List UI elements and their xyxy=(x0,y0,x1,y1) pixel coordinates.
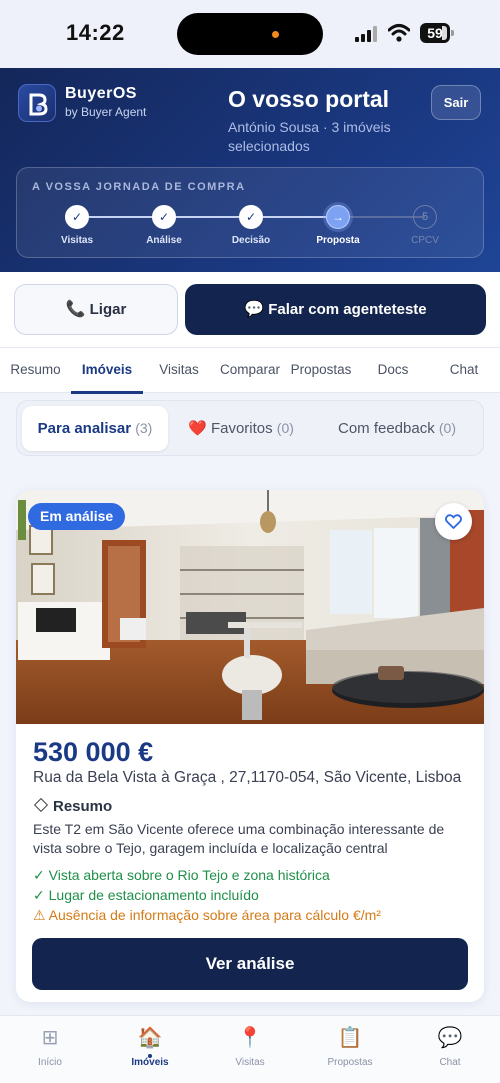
property-address: Rua da Bela Vista à Graça , 27,1170-054,… xyxy=(33,769,462,786)
nav-label: Visitas xyxy=(235,1057,265,1068)
arrow-right-icon: → xyxy=(326,205,350,229)
subtab-count: (0) xyxy=(438,420,456,436)
pin-icon: 📍 xyxy=(237,1027,263,1049)
tab-imoveis[interactable]: Imóveis xyxy=(71,348,143,394)
heart-outline-icon xyxy=(445,514,462,529)
battery-level: 59 xyxy=(420,23,450,43)
subtab-favoritos[interactable]: ❤️ Favoritos (0) xyxy=(177,406,305,451)
warning-point: ⚠ Ausência de informação sobre área para… xyxy=(33,907,381,923)
chat-bubble-icon: 💬 xyxy=(437,1027,463,1049)
property-filter-tabs: Para analisar (3) ❤️ Favoritos (0) Com f… xyxy=(16,400,484,456)
subtab-label: Favoritos xyxy=(210,420,273,437)
brand-name: BuyerOS xyxy=(65,85,137,102)
brand-subtitle: by Buyer Agent xyxy=(65,105,147,119)
agent-label: Falar com agenteteste xyxy=(268,301,427,318)
view-analysis-button[interactable]: Ver análise xyxy=(32,938,468,990)
call-button[interactable]: 📞 Ligar xyxy=(14,284,178,335)
summary-heading: Resumo xyxy=(33,797,113,815)
step-label: Visitas xyxy=(60,235,94,246)
contact-actions: 📞 Ligar 💬 Falar com agenteteste xyxy=(0,272,500,347)
step-label: Análise xyxy=(146,235,182,246)
tab-propostas[interactable]: Propostas xyxy=(286,348,356,394)
tab-visitas[interactable]: Visitas xyxy=(150,348,208,394)
step-label: Proposta xyxy=(316,235,360,246)
grid-icon: ⊞ xyxy=(41,1027,59,1049)
subtab-count: (0) xyxy=(276,420,294,436)
subtab-label: Para analisar xyxy=(37,420,132,437)
call-label: Ligar xyxy=(89,301,127,318)
page-subtitle: António Sousa · 3 imóveis selecionados xyxy=(228,119,391,154)
step-label: Decisão xyxy=(231,235,271,246)
chat-agent-button[interactable]: 💬 Falar com agenteteste xyxy=(185,284,486,335)
status-badge: Em análise xyxy=(28,503,126,530)
step-number: 5 xyxy=(413,205,437,229)
summary-label: Resumo xyxy=(53,798,113,815)
property-price: 530 000 € xyxy=(33,737,154,767)
status-bar: 14:22 59 xyxy=(0,0,500,68)
buyeros-logo-icon xyxy=(18,84,56,122)
portal-header: BuyerOS by Buyer Agent O vosso portal An… xyxy=(0,68,500,272)
phone-icon: 📞 xyxy=(65,301,86,318)
signal-icon xyxy=(355,26,379,42)
status-time: 14:22 xyxy=(66,20,125,45)
subtab-com-feedback[interactable]: Com feedback (0) xyxy=(317,406,477,451)
logout-button[interactable]: Sair xyxy=(431,85,481,120)
tab-chat[interactable]: Chat xyxy=(443,348,485,394)
battery-icon: 59 xyxy=(420,23,454,43)
highlight-point: ✓ Vista aberta sobre o Rio Tejo e zona h… xyxy=(33,867,330,883)
check-icon: ✓ xyxy=(65,205,89,229)
journey-step-analise: ✓ Análise xyxy=(124,205,204,246)
main-tabs: Resumo Imóveis Visitas Comparar Proposta… xyxy=(0,347,500,394)
favorite-button[interactable] xyxy=(435,503,472,540)
purchase-journey: A VOSSA JORNADA DE COMPRA ✓ Visitas ✓ An… xyxy=(16,167,484,258)
subtab-para-analisar[interactable]: Para analisar (3) xyxy=(22,406,168,451)
diamond-icon xyxy=(33,797,49,813)
nav-chat[interactable]: 💬 Chat xyxy=(410,1026,490,1068)
nav-propostas[interactable]: 📋 Propostas xyxy=(310,1026,390,1068)
journey-step-proposta: → Proposta xyxy=(298,205,378,246)
property-photo: Em análise xyxy=(16,490,484,724)
nav-inicio[interactable]: ⊞ Início xyxy=(10,1026,90,1068)
journey-step-decisao: ✓ Decisão xyxy=(211,205,291,246)
nav-visitas[interactable]: 📍 Visitas xyxy=(210,1026,290,1068)
wifi-icon xyxy=(388,24,410,42)
subtab-count: (3) xyxy=(135,420,153,436)
recording-dot-icon xyxy=(272,31,279,38)
page-title: O vosso portal xyxy=(228,86,390,112)
nav-label: Propostas xyxy=(327,1057,373,1068)
check-icon: ✓ xyxy=(152,205,176,229)
nav-label: Chat xyxy=(439,1057,461,1068)
summary-text: Este T2 em São Vicente oferece uma combi… xyxy=(33,821,445,856)
check-icon: ✓ xyxy=(239,205,263,229)
bottom-nav: ⊞ Início 🏠 Imóveis 📍 Visitas 📋 Propostas… xyxy=(0,1015,500,1083)
nav-imoveis[interactable]: 🏠 Imóveis xyxy=(110,1026,190,1068)
tab-resumo[interactable]: Resumo xyxy=(4,348,67,394)
active-indicator xyxy=(148,1054,152,1058)
dynamic-island xyxy=(177,13,323,55)
subtab-label: Com feedback xyxy=(337,420,435,437)
journey-title: A VOSSA JORNADA DE COMPRA xyxy=(32,181,246,193)
property-card[interactable]: Em análise 530 000 € Rua da Bela Vista à… xyxy=(16,490,484,1002)
house-icon: 🏠 xyxy=(137,1027,163,1049)
clipboard-icon: 📋 xyxy=(337,1027,363,1049)
nav-label: Imóveis xyxy=(131,1057,169,1068)
speech-bubble-icon: 💬 xyxy=(244,301,265,318)
step-label: CPCV xyxy=(411,235,439,246)
highlight-point: ✓ Lugar de estacionamento incluído xyxy=(33,887,259,903)
tab-docs[interactable]: Docs xyxy=(372,348,414,394)
journey-step-cpcv: 5 CPCV xyxy=(385,205,465,246)
nav-label: Início xyxy=(38,1057,62,1068)
journey-step-visitas: ✓ Visitas xyxy=(37,205,117,246)
heart-icon: ❤️ xyxy=(188,420,207,437)
tab-comparar[interactable]: Comparar xyxy=(214,348,286,394)
